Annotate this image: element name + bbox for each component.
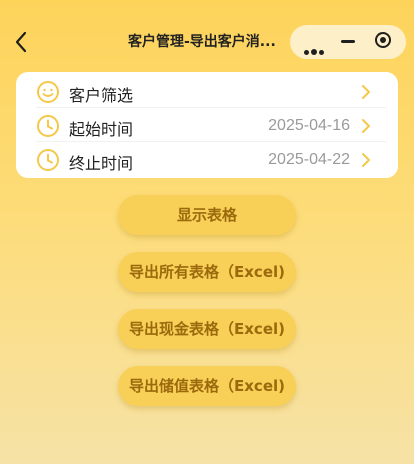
end-time-label: 终止时间 [69,154,134,173]
minimize-icon[interactable] [330,25,368,59]
end-time-value: 2025-04-22 [268,151,350,168]
end-time-row[interactable]: 终止时间 2025-04-22 [16,142,398,176]
chevron-right-icon [360,118,372,134]
chevron-right-icon [360,152,372,168]
customer-filter-row[interactable]: 客户筛选 [16,74,398,108]
mini-program-capsule [290,25,406,59]
close-target-icon[interactable] [368,25,406,59]
filter-card: 客户筛选 起始时间 2025-04-16 终止时间 2025-04-22 [16,72,398,178]
clock-icon [36,114,60,138]
start-time-row[interactable]: 起始时间 2025-04-16 [16,108,398,142]
smiley-icon [36,80,60,104]
page-title: 客户管理-导出客户消... [128,34,276,50]
start-time-label: 起始时间 [69,120,134,139]
export-cash-button[interactable]: 导出现金表格（Excel) [118,309,296,349]
more-options-icon[interactable] [292,25,330,59]
export-stored-value-button[interactable]: 导出储值表格（Excel) [118,366,296,406]
back-icon[interactable] [12,30,32,54]
start-time-value: 2025-04-16 [268,117,350,134]
show-table-button[interactable]: 显示表格 [118,195,296,235]
clock-icon [36,148,60,172]
chevron-right-icon [360,84,372,100]
customer-filter-label: 客户筛选 [69,86,134,105]
export-all-button[interactable]: 导出所有表格（Excel) [118,252,296,292]
